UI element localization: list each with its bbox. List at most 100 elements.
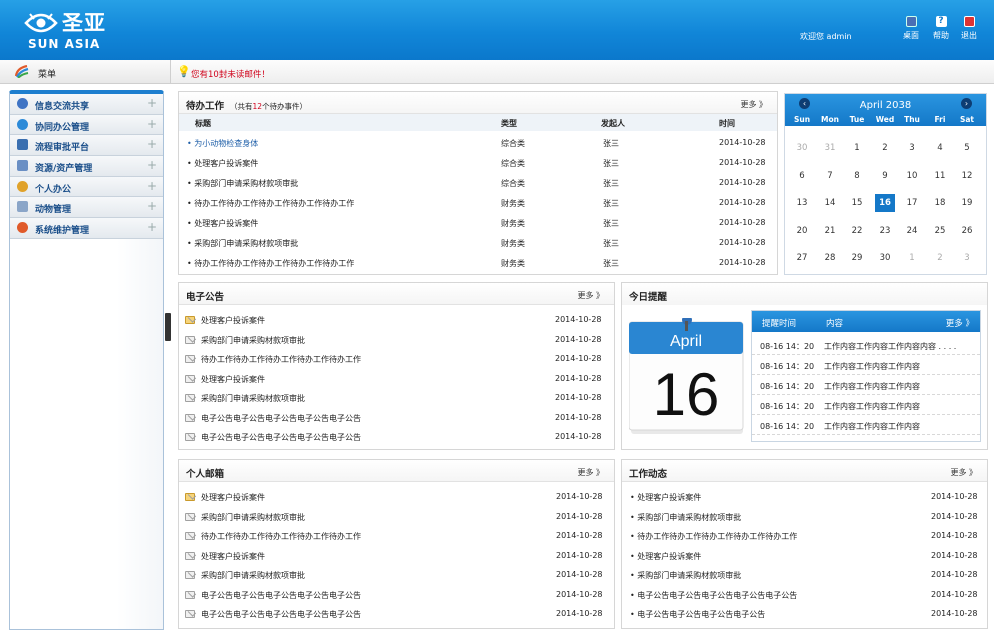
reminder-item[interactable]: 08-16 14：20 工作内容工作内容工作内容 [752,355,980,375]
expand-icon[interactable]: + [147,220,157,234]
calendar-day[interactable]: 15 [847,194,867,212]
table-row[interactable]: • 为小动物检查身体 综合类 张三 2014-10-28 [179,133,777,153]
calendar-day[interactable]: 5 [957,139,977,157]
calendar-day[interactable]: 2 [875,139,895,157]
list-item-title: 处理客户投诉案件 [201,551,265,561]
table-row[interactable]: • 处理客户投诉案件 综合类 张三 2014-10-28 [179,153,777,173]
table-row[interactable]: • 处理客户投诉案件 财务类 张三 2014-10-28 [179,213,777,233]
calendar-day[interactable]: 10 [902,167,922,185]
sidebar-item-info-share[interactable]: 信息交流共享 + [10,94,163,115]
desktop-button[interactable]: 桌面 [897,16,925,41]
list-item[interactable]: 处理客户投诉案件 2014-10-28 [179,546,614,566]
list-item[interactable]: 电子公告电子公告电子公告电子公告电子公告 2014-10-28 [179,585,614,605]
calendar-day[interactable]: 31 [820,139,840,157]
calendar-day[interactable]: 30 [875,249,895,267]
calendar-day[interactable]: 26 [957,222,977,240]
mailbox-title: 个人邮箱 [186,469,225,480]
list-item[interactable]: 待办工作待办工作待办工作待办工作待办工作 2014-10-28 [179,526,614,546]
list-item[interactable]: 采购部门申请采购材款项审批 2014-10-28 [179,330,614,350]
list-item-title: • 处理客户投诉案件 [630,493,702,502]
list-item[interactable]: 采购部门申请采购材款项审批 2014-10-28 [179,565,614,585]
calendar-day[interactable]: 30 [792,139,812,157]
calendar-day[interactable]: 19 [957,194,977,212]
list-item[interactable]: 处理客户投诉案件 2014-10-28 [179,310,614,330]
calendar-day[interactable]: 25 [930,222,950,240]
expand-icon[interactable]: + [147,137,157,151]
reminder-item[interactable]: 08-16 14：20 工作内容工作内容工作内容 [752,375,980,395]
todo-more-link[interactable]: 更多 》 [740,99,767,110]
reminder-item[interactable]: 08-16 14：20 工作内容工作内容工作内容 [752,395,980,415]
calendar-day[interactable]: 21 [820,222,840,240]
calendar-day[interactable]: 7 [820,167,840,185]
list-item[interactable]: 采购部门申请采购材款项审批 2014-10-28 [179,388,614,408]
calendar-day[interactable]: 18 [930,194,950,212]
list-item[interactable]: • 电子公告电子公告电子公告电子公告电子公告 2014-10-28 [622,585,987,605]
mail-icon [185,512,195,521]
sidebar-item-personal[interactable]: 个人办公 + [10,176,163,198]
list-item[interactable]: 待办工作待办工作待办工作待办工作待办工作 2014-10-28 [179,349,614,369]
calendar-day[interactable]: 14 [820,194,840,212]
calendar-day[interactable]: 27 [792,249,812,267]
reminder-item[interactable]: 08-16 14：20 工作内容工作内容工作内容 [752,415,980,435]
reminder-more-link[interactable]: 更多 》 [946,317,974,329]
calendar-day[interactable]: 4 [930,139,950,157]
list-item[interactable]: • 处理客户投诉案件 2014-10-28 [622,546,987,566]
calendar-day[interactable]: 1 [902,249,922,267]
table-row[interactable]: • 采购部门申请采购材款项审批 财务类 张三 2014-10-28 [179,233,777,253]
calendar-day[interactable]: 17 [902,194,922,212]
mailbox-more-link[interactable]: 更多 》 [577,467,604,478]
list-item[interactable]: • 待办工作待办工作待办工作待办工作待办工作 2014-10-28 [622,526,987,546]
sidebar-item-asset[interactable]: 资源/资产管理 + [10,156,163,177]
reminder-item[interactable]: 08-16 14：20 工作内容工作内容工作内容内容 . . . . [752,335,980,355]
expand-icon[interactable]: + [147,179,157,193]
list-item[interactable]: 处理客户投诉案件 2014-10-28 [179,487,614,507]
expand-icon[interactable]: + [147,199,157,213]
calendar-day[interactable]: 22 [847,222,867,240]
table-row[interactable]: • 待办工作待办工作待办工作待办工作待办工作 财务类 张三 2014-10-28 [179,193,777,213]
announcement-more-link[interactable]: 更多 》 [577,290,604,301]
calendar-day[interactable]: 23 [875,222,895,240]
expand-icon[interactable]: + [147,96,157,110]
calendar-day[interactable]: 13 [792,194,812,212]
expand-icon[interactable]: + [147,117,157,131]
unread-mail-notice[interactable]: 您有10封未读邮件！ [191,68,270,80]
calendar-day[interactable]: 9 [875,167,895,185]
calendar-day[interactable]: 3 [902,139,922,157]
calendar-day[interactable]: 16 [875,194,895,212]
sidebar-item-animal[interactable]: 动物管理 + [10,197,163,219]
list-item[interactable]: • 采购部门申请采购材款项审批 2014-10-28 [622,507,987,527]
list-item[interactable]: • 处理客户投诉案件 2014-10-28 [622,487,987,507]
help-button[interactable]: ? 帮助 [927,16,955,41]
sidebar-item-system[interactable]: 系统维护管理 + [10,218,163,239]
calendar-day[interactable]: 12 [957,167,977,185]
calendar-day[interactable]: 1 [847,139,867,157]
list-item[interactable]: • 采购部门申请采购材款项审批 2014-10-28 [622,565,987,585]
table-row[interactable]: • 待办工作待办工作待办工作待办工作待办工作 财务类 张三 2014-10-28 [179,253,777,273]
list-item-date: 2014-10-28 [555,393,602,402]
calendar-day[interactable]: 8 [847,167,867,185]
sidebar-item-collab[interactable]: 协同办公管理 + [10,114,163,136]
calendar-day[interactable]: 6 [792,167,812,185]
calendar-day[interactable]: 11 [930,167,950,185]
logo[interactable]: 圣亚 SUN ASIA [24,10,134,52]
activity-more-link[interactable]: 更多 》 [950,467,977,478]
calendar-day[interactable]: 3 [957,249,977,267]
exit-button[interactable]: 退出 [955,16,983,41]
expand-icon[interactable]: + [147,158,157,172]
calendar-next-button[interactable]: › [961,98,972,109]
calendar-day[interactable]: 2 [930,249,950,267]
list-item[interactable]: 电子公告电子公告电子公告电子公告电子公告 2014-10-28 [179,604,614,624]
calendar-day[interactable]: 29 [847,249,867,267]
sidebar-collapse-handle[interactable] [165,313,171,341]
calendar-day[interactable]: 20 [792,222,812,240]
sidebar: 信息交流共享 + 协同办公管理 + 流程审批平台 + 资源/资产管理 + 个人办… [9,90,164,630]
table-row[interactable]: • 采购部门申请采购材款项审批 综合类 张三 2014-10-28 [179,173,777,193]
list-item[interactable]: • 电子公告电子公告电子公告电子公告 2014-10-28 [622,604,987,624]
list-item[interactable]: 采购部门申请采购材款项审批 2014-10-28 [179,507,614,527]
calendar-day[interactable]: 24 [902,222,922,240]
sidebar-item-workflow[interactable]: 流程审批平台 + [10,135,163,157]
list-item[interactable]: 处理客户投诉案件 2014-10-28 [179,369,614,389]
list-item[interactable]: 电子公告电子公告电子公告电子公告电子公告 2014-10-28 [179,427,614,447]
calendar-day[interactable]: 28 [820,249,840,267]
list-item[interactable]: 电子公告电子公告电子公告电子公告电子公告 2014-10-28 [179,408,614,428]
